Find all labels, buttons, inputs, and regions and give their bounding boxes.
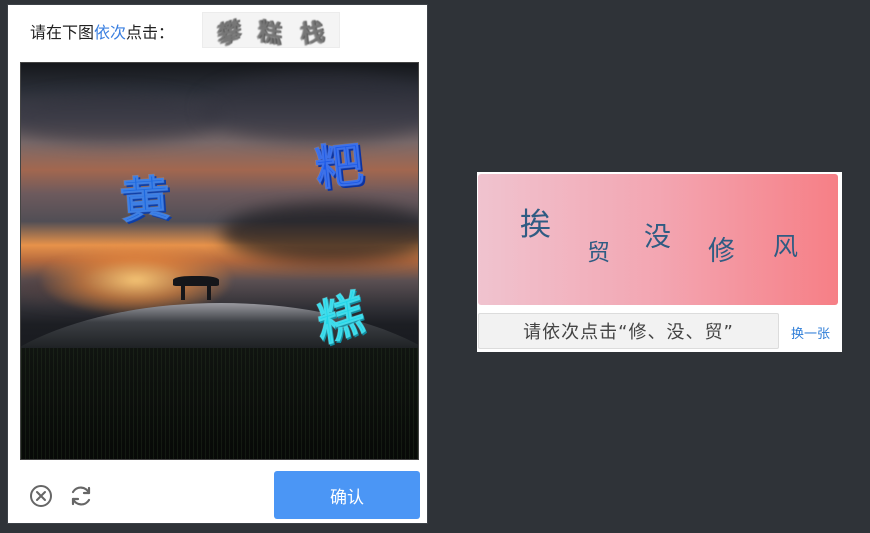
cloud-shape <box>21 93 221 143</box>
captcha-char[interactable]: 没 <box>644 224 671 251</box>
captcha-image[interactable]: 挨 贸 没 修 风 <box>478 174 838 305</box>
close-circle-icon[interactable] <box>28 483 54 509</box>
click-captcha-panel: 请在下图 依次 点击： 攀 糕 栈 黄 粑 糕 确认 <box>8 5 427 523</box>
refresh-link[interactable]: 换一张 <box>791 323 830 342</box>
prompt-prefix: 请在下图 <box>30 23 95 42</box>
target-char: 糕 <box>257 15 285 49</box>
captcha-char[interactable]: 粑 <box>312 136 367 198</box>
captcha-prompt: 请在下图 依次 点击： <box>30 13 174 49</box>
pavilion-silhouette <box>173 276 219 302</box>
cloud-shape <box>201 73 418 143</box>
cloud-shape <box>221 203 418 263</box>
captcha-char[interactable]: 黄 <box>117 170 172 230</box>
captcha-char[interactable]: 修 <box>708 238 735 265</box>
target-characters-image: 攀 糕 栈 <box>202 12 340 50</box>
captcha-char[interactable]: 贸 <box>587 242 610 265</box>
prompt-highlight: 依次 <box>94 23 127 42</box>
target-char: 栈 <box>298 16 327 48</box>
captcha-instruction: 请依次点击“修、没、贸” <box>478 313 779 349</box>
captcha-controls <box>28 483 94 509</box>
captcha-image[interactable]: 黄 粑 糕 <box>20 62 419 460</box>
grass-field <box>21 348 418 459</box>
captcha-char[interactable]: 风 <box>773 234 798 259</box>
target-char: 攀 <box>216 14 244 50</box>
captcha-char[interactable]: 挨 <box>520 210 551 241</box>
captcha-char[interactable]: 糕 <box>314 283 369 355</box>
text-click-captcha: 挨 贸 没 修 风 请依次点击“修、没、贸” 换一张 <box>477 172 842 352</box>
confirm-button[interactable]: 确认 <box>274 471 420 519</box>
prompt-suffix: 点击： <box>126 23 175 42</box>
refresh-icon[interactable] <box>68 483 94 509</box>
